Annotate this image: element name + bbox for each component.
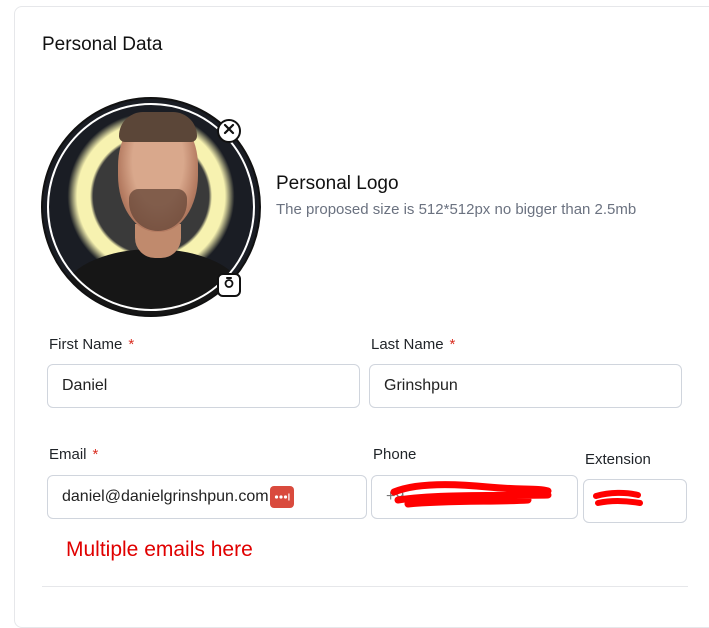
- last-name-label: Last Name *: [371, 336, 456, 353]
- password-manager-icon[interactable]: [269, 486, 294, 508]
- required-marker: *: [128, 336, 135, 353]
- first-name-field[interactable]: Daniel: [47, 364, 360, 408]
- remove-avatar-button[interactable]: [217, 119, 241, 143]
- logo-title: Personal Logo: [276, 173, 399, 194]
- phone-redaction-scribble: [390, 481, 552, 508]
- email-field[interactable]: daniel@danielgrinshpun.com: [47, 475, 367, 519]
- first-name-label: First Name *: [49, 336, 135, 353]
- required-marker: *: [449, 336, 456, 353]
- extension-label: Extension: [585, 451, 651, 468]
- section-title: Personal Data: [42, 34, 163, 55]
- logo-info: Personal Logo The proposed size is 512*5…: [276, 173, 636, 218]
- camera-icon: [222, 276, 236, 295]
- section-divider: [42, 586, 688, 587]
- upload-avatar-button[interactable]: [217, 273, 241, 297]
- extension-redaction-scribble: [593, 489, 643, 506]
- close-icon: [223, 122, 235, 140]
- email-label: Email *: [49, 446, 99, 463]
- required-marker: *: [92, 446, 99, 463]
- annotation-note: Multiple emails here: [66, 538, 253, 561]
- last-name-field[interactable]: Grinshpun: [369, 364, 682, 408]
- logo-size-hint: The proposed size is 512*512px no bigger…: [276, 201, 637, 218]
- avatar-uploader[interactable]: [41, 97, 265, 319]
- phone-label: Phone: [373, 446, 417, 463]
